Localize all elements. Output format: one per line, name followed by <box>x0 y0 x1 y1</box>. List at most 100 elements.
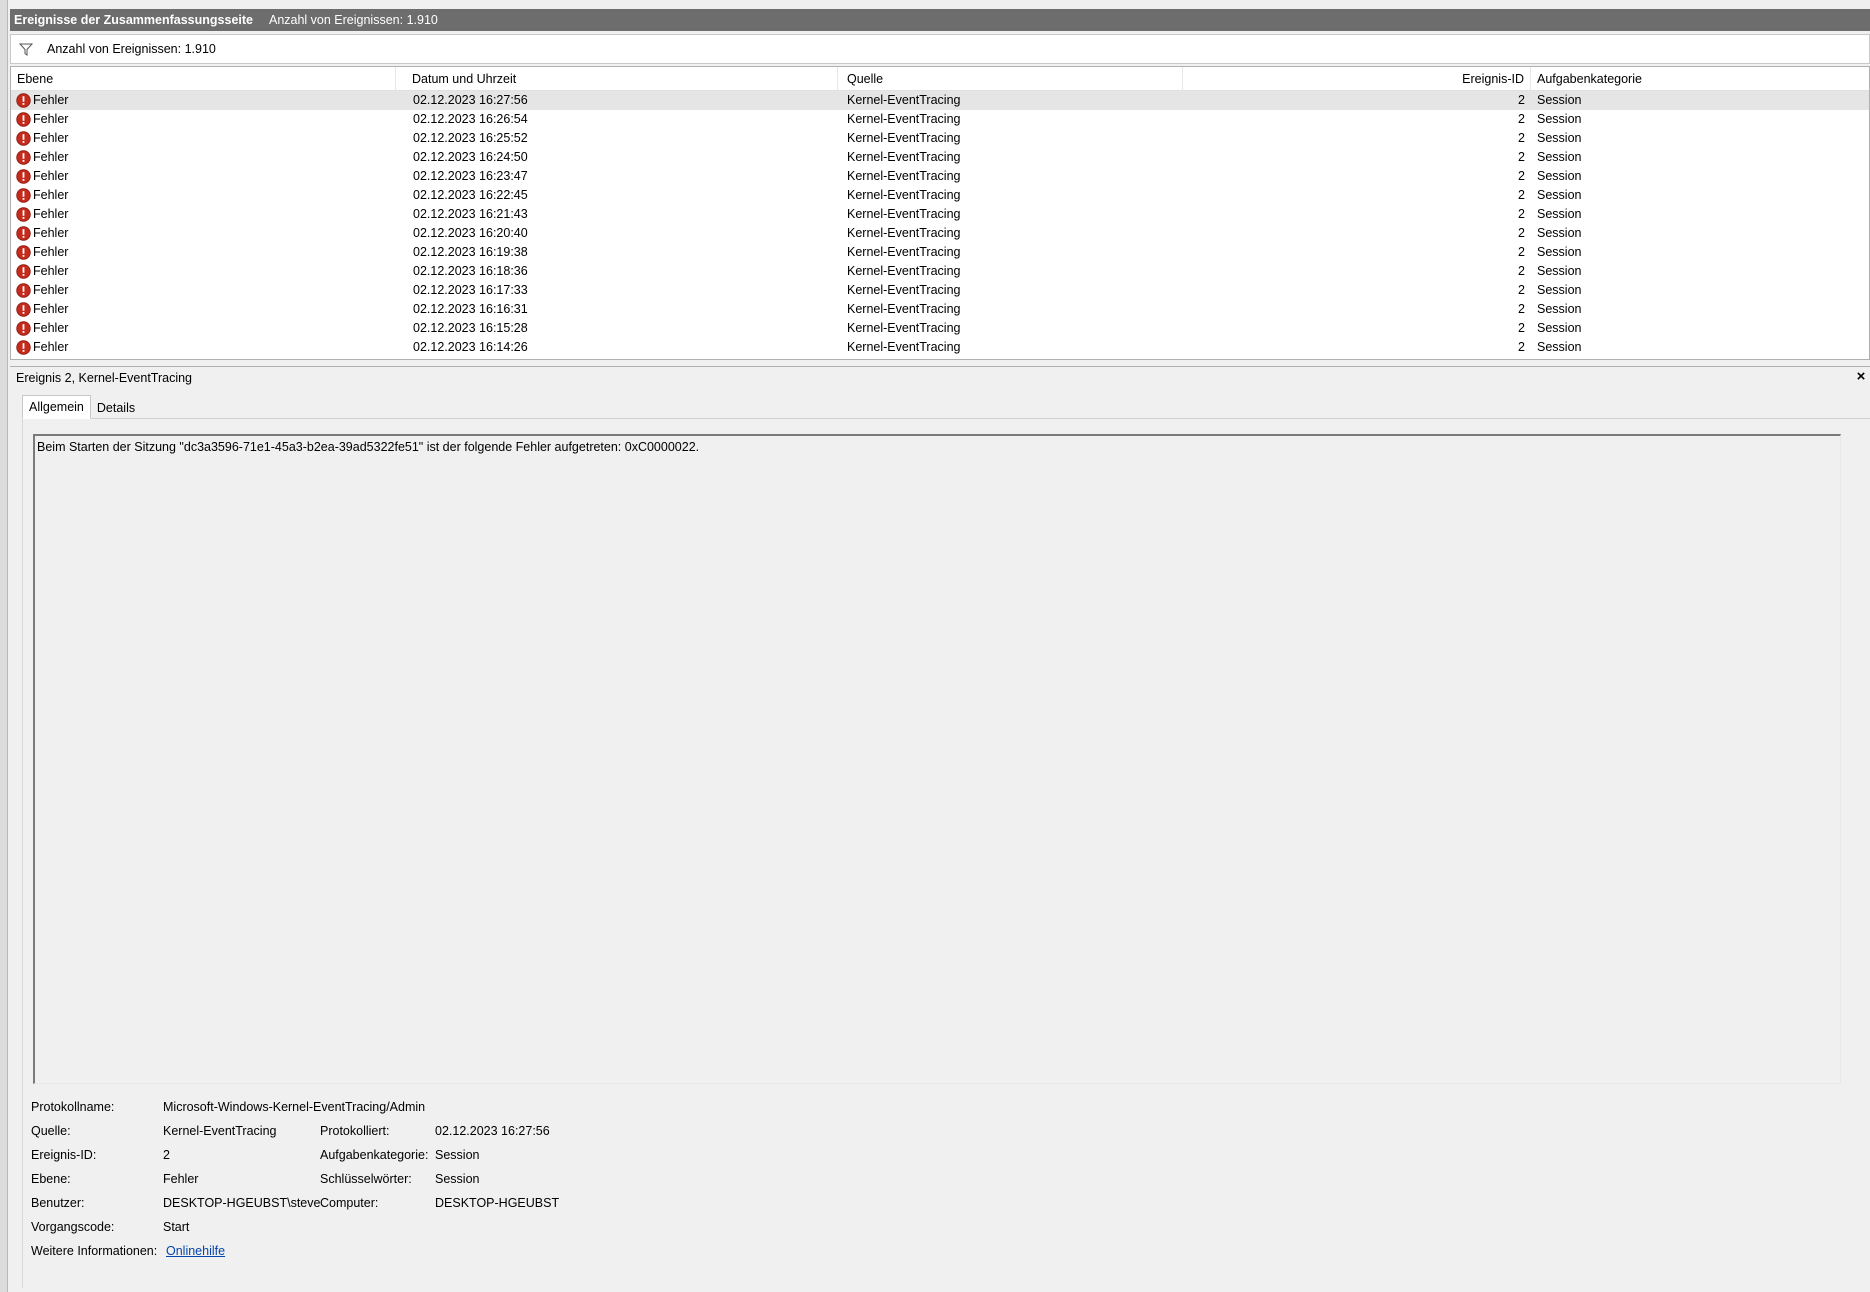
event-row[interactable]: Fehler 02.12.2023 16:25:52 Kernel-EventTra… <box>11 129 1869 148</box>
tab-details[interactable]: Details <box>91 397 141 421</box>
user-label: Benutzer: <box>31 1196 85 1210</box>
filter-event-count: Anzahl von Ereignissen: 1.910 <box>47 42 216 56</box>
opcode-value[interactable]: Start <box>163 1220 189 1234</box>
event-row[interactable]: Fehler 02.12.2023 16:23:47 Kernel-EventTra… <box>11 167 1869 186</box>
category-cell: Session <box>1537 283 1582 297</box>
category-cell: Session <box>1537 302 1582 316</box>
category-value[interactable]: Session <box>435 1148 479 1162</box>
level-text: Fehler <box>33 169 69 183</box>
category-cell: Session <box>1537 321 1582 335</box>
event-id-label: Ereignis-ID: <box>31 1148 97 1162</box>
level-text: Fehler <box>33 112 69 126</box>
error-icon <box>16 226 31 241</box>
event-list[interactable]: Ebene Datum und Uhrzeit Quelle Ereignis-… <box>10 66 1870 360</box>
source-cell: Kernel-EventTracing <box>847 150 961 164</box>
source-cell: Kernel-EventTracing <box>847 226 961 240</box>
source-cell: Kernel-EventTracing <box>847 302 961 316</box>
detail-title: Ereignis 2, Kernel-EventTracing <box>16 370 193 385</box>
computer-value[interactable]: DESKTOP-HGEUBST <box>435 1196 559 1210</box>
source-cell: Kernel-EventTracing <box>847 321 961 335</box>
level-text: Fehler <box>33 340 69 354</box>
log-name-label: Protokollname: <box>31 1100 115 1114</box>
category-label: Aufgabenkategorie: <box>320 1148 429 1162</box>
column-header-category[interactable]: Aufgabenkategorie <box>1531 67 1869 91</box>
tab-allgemein[interactable]: Allgemein <box>22 395 91 419</box>
error-icon <box>16 245 31 260</box>
error-icon <box>16 207 31 222</box>
event-row[interactable]: Fehler 02.12.2023 16:19:38 Kernel-EventTra… <box>11 243 1869 262</box>
source-cell: Kernel-EventTracing <box>847 245 961 259</box>
datetime-cell: 02.12.2023 16:27:56 <box>413 93 528 107</box>
category-cell: Session <box>1537 93 1582 107</box>
level-cell: Fehler <box>11 262 396 281</box>
event-id-cell: 2 <box>1518 188 1525 202</box>
error-icon <box>16 150 31 165</box>
datetime-cell: 02.12.2023 16:16:31 <box>413 302 528 316</box>
level-cell: Fehler <box>11 129 396 148</box>
event-message-box[interactable]: Beim Starten der Sitzung "dc3a3596-71e1-… <box>33 434 1841 1084</box>
level-text: Fehler <box>33 302 69 316</box>
error-icon <box>16 93 31 108</box>
event-row[interactable]: Fehler 02.12.2023 16:26:54 Kernel-EventTra… <box>11 110 1869 129</box>
datetime-cell: 02.12.2023 16:21:43 <box>413 207 528 221</box>
level-cell: Fehler <box>11 319 396 338</box>
logged-label: Protokolliert: <box>320 1124 390 1138</box>
level-cell: Fehler <box>11 300 396 319</box>
event-row[interactable]: Fehler 02.12.2023 16:17:33 Kernel-EventTra… <box>11 281 1869 300</box>
event-id-cell: 2 <box>1518 245 1525 259</box>
event-row[interactable]: Fehler 02.12.2023 16:21:43 Kernel-EventTra… <box>11 205 1869 224</box>
event-row[interactable]: Fehler 02.12.2023 16:20:40 Kernel-EventTra… <box>11 224 1869 243</box>
level-text: Fehler <box>33 207 69 221</box>
event-row[interactable]: Fehler 02.12.2023 16:18:36 Kernel-EventTra… <box>11 262 1869 281</box>
source-cell: Kernel-EventTracing <box>847 93 961 107</box>
column-header-datetime[interactable]: Datum und Uhrzeit <box>406 67 838 91</box>
log-name-value[interactable]: Microsoft-Windows-Kernel-EventTracing/Ad… <box>163 1100 425 1114</box>
left-pane-edge[interactable] <box>0 0 8 1292</box>
event-viewer-window: Ereignisse der Zusammenfassungsseite Anz… <box>0 0 1870 1292</box>
filter-icon[interactable] <box>15 43 37 56</box>
category-cell: Session <box>1537 169 1582 183</box>
level-text: Fehler <box>33 321 69 335</box>
event-id-value[interactable]: 2 <box>163 1148 170 1162</box>
event-row[interactable]: Fehler 02.12.2023 16:27:56 Kernel-EventTra… <box>11 91 1869 110</box>
datetime-cell: 02.12.2023 16:23:47 <box>413 169 528 183</box>
event-id-cell: 2 <box>1518 340 1525 354</box>
event-id-cell: 2 <box>1518 207 1525 221</box>
column-header-source[interactable]: Quelle <box>841 67 1183 91</box>
event-row[interactable]: Fehler 02.12.2023 16:14:26 Kernel-EventTra… <box>11 338 1869 357</box>
column-header-event-id[interactable]: Ereignis-ID <box>1187 67 1531 91</box>
category-cell: Session <box>1537 264 1582 278</box>
source-value[interactable]: Kernel-EventTracing <box>163 1124 276 1138</box>
filter-bar: Anzahl von Ereignissen: 1.910 <box>10 34 1870 64</box>
event-id-cell: 2 <box>1518 321 1525 335</box>
category-cell: Session <box>1537 131 1582 145</box>
event-row[interactable]: Fehler 02.12.2023 16:16:31 Kernel-EventTra… <box>11 300 1869 319</box>
event-row[interactable]: Fehler 02.12.2023 16:22:45 Kernel-EventTra… <box>11 186 1869 205</box>
close-icon[interactable]: × <box>1852 368 1870 385</box>
error-icon <box>16 340 31 355</box>
logged-value[interactable]: 02.12.2023 16:27:56 <box>435 1124 550 1138</box>
category-cell: Session <box>1537 226 1582 240</box>
level-cell: Fehler <box>11 91 396 110</box>
computer-label: Computer: <box>320 1196 379 1210</box>
user-value[interactable]: DESKTOP-HGEUBST\steve <box>163 1196 320 1210</box>
error-icon <box>16 321 31 336</box>
summary-title: Ereignisse der Zusammenfassungsseite <box>14 13 253 27</box>
error-icon <box>16 112 31 127</box>
datetime-cell: 02.12.2023 16:15:28 <box>413 321 528 335</box>
level-text: Fehler <box>33 226 69 240</box>
error-icon <box>16 264 31 279</box>
keywords-value[interactable]: Session <box>435 1172 479 1186</box>
event-row[interactable]: Fehler 02.12.2023 16:24:50 Kernel-EventTra… <box>11 148 1869 167</box>
level-text: Fehler <box>33 245 69 259</box>
column-header-level[interactable]: Ebene <box>11 67 396 91</box>
category-cell: Session <box>1537 150 1582 164</box>
level-value[interactable]: Fehler <box>163 1172 198 1186</box>
level-text: Fehler <box>33 283 69 297</box>
source-cell: Kernel-EventTracing <box>847 283 961 297</box>
event-row[interactable]: Fehler 02.12.2023 16:15:28 Kernel-EventTra… <box>11 319 1869 338</box>
online-help-link[interactable]: Onlinehilfe <box>166 1244 225 1258</box>
level-cell: Fehler <box>11 338 396 357</box>
level-text: Fehler <box>33 131 69 145</box>
error-icon <box>16 188 31 203</box>
